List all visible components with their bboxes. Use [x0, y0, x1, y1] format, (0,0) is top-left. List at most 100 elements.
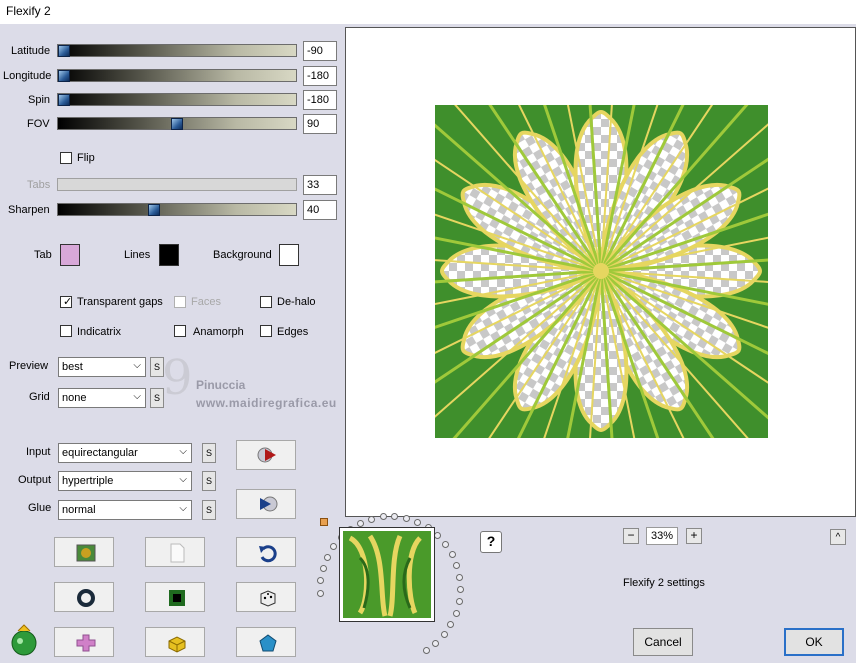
edges-checkbox[interactable] [260, 325, 272, 337]
output-s-button[interactable]: S [202, 471, 216, 491]
thumbnail-ring-dot[interactable] [448, 551, 456, 559]
frame-button[interactable] [145, 582, 205, 612]
input-s-button[interactable]: S [202, 443, 216, 463]
frame-icon [169, 590, 185, 606]
glue-select-value: normal [62, 504, 96, 516]
preview-select[interactable]: best ⌵ [58, 357, 146, 377]
thumbnail-ring-dot[interactable] [434, 531, 442, 539]
slider-value-sharpen[interactable]: 40 [303, 200, 337, 220]
ring-button[interactable] [54, 582, 114, 612]
thumbnail-ring-dot[interactable] [447, 621, 455, 629]
random-dice-button[interactable] [236, 582, 296, 612]
slider-value-spin[interactable]: -180 [303, 90, 337, 110]
thumbnail-ring-dot[interactable] [440, 631, 448, 639]
faces-checkbox[interactable] [174, 296, 186, 308]
new-document-button[interactable] [145, 537, 205, 567]
slider-value-tabs[interactable]: 33 [303, 175, 337, 195]
zoom-out-button[interactable]: − [623, 528, 639, 544]
thumbnail-ring-dot[interactable] [329, 543, 337, 551]
thumbnail-ring-dot[interactable] [317, 589, 325, 597]
chevron-down-icon: ⌵ [179, 503, 187, 514]
thumbnail-ring-dot[interactable] [455, 598, 463, 606]
slider-label-sharpen: Sharpen [8, 204, 50, 216]
flip-checkbox[interactable] [60, 152, 72, 164]
de-halo-checkbox[interactable] [260, 296, 272, 308]
thumbnail-ring-dot[interactable] [323, 553, 331, 561]
slider-thumb-spin[interactable] [58, 94, 70, 106]
thumbnail-ring-dot[interactable] [432, 639, 440, 647]
anamorph-checkbox[interactable] [174, 325, 186, 337]
slider-thumb-sharpen[interactable] [148, 204, 160, 216]
cross-button[interactable] [54, 627, 114, 657]
slider-track-tabs[interactable] [57, 178, 297, 191]
lines-color-label: Lines [124, 249, 151, 261]
thumbnail-ring-dot[interactable] [391, 513, 399, 521]
thumbnail-ring-dot[interactable] [453, 562, 461, 570]
grid-select[interactable]: none ⌵ [58, 388, 146, 408]
indicatrix-checkbox[interactable] [60, 325, 72, 337]
background-color-swatch[interactable] [279, 244, 299, 266]
slider-track-sharpen[interactable] [57, 203, 297, 216]
cube-button[interactable] [145, 627, 205, 657]
undo-icon [259, 545, 277, 563]
thumbnail-ring-dot[interactable] [356, 520, 364, 528]
thumbnail-ring-dot[interactable] [414, 518, 422, 526]
faces-label: Faces [191, 296, 221, 308]
lines-color-swatch[interactable] [159, 244, 179, 266]
slider-thumb-longitude[interactable] [58, 70, 70, 82]
input-select[interactable]: equirectangular ⌵ [58, 443, 192, 463]
preview-image [361, 31, 841, 511]
pentagon-button[interactable] [236, 627, 296, 657]
cancel-button[interactable]: Cancel [633, 628, 693, 656]
thumbnail-ring-dot[interactable] [403, 514, 411, 522]
thumbnail-ring-dot[interactable] [422, 646, 430, 654]
randomize-image-button[interactable] [54, 537, 114, 567]
slider-label-spin: Spin [28, 94, 51, 106]
play-button[interactable] [236, 440, 296, 470]
grid-select-value: none [62, 392, 87, 404]
slider-track-spin[interactable] [57, 93, 297, 106]
tab-color-swatch[interactable] [60, 244, 80, 266]
help-button[interactable]: ? [480, 531, 502, 553]
thumbnail-ring-dot[interactable] [367, 515, 375, 523]
slider-value-fov[interactable]: 90 [303, 114, 337, 134]
slider-value-latitude[interactable]: -90 [303, 41, 337, 61]
step-play-icon [260, 496, 278, 512]
slider-track-longitude[interactable] [57, 69, 297, 82]
output-select[interactable]: hypertriple ⌵ [58, 471, 192, 491]
collapse-button[interactable]: ^ [830, 529, 846, 545]
chevron-down-icon: ⌵ [179, 446, 187, 457]
glue-select[interactable]: normal ⌵ [58, 500, 192, 520]
watermark-url: www.maidiregrafica.eu [196, 396, 337, 410]
slider-value-longitude[interactable]: -180 [303, 66, 337, 86]
thumbnail-ring-dot[interactable] [442, 540, 450, 548]
step-button[interactable] [236, 489, 296, 519]
thumbnail-ring-dot[interactable] [456, 586, 464, 594]
background-color-label: Background [213, 249, 272, 261]
glue-s-button[interactable]: S [202, 500, 216, 520]
transparent-gaps-checkbox[interactable]: ✓ [60, 296, 72, 308]
watermark-logo-icon: 9 [160, 350, 200, 413]
thumbnail-ring-dot[interactable] [319, 565, 327, 573]
grid-label: Grid [29, 391, 50, 403]
pentagon-icon [259, 634, 277, 652]
slider-track-latitude[interactable] [57, 44, 297, 57]
thumbnail-ring-dot[interactable] [452, 610, 460, 618]
thumbnail-ring-dot[interactable] [317, 577, 325, 585]
slider-thumb-fov[interactable] [171, 118, 183, 130]
slider-label-tabs: Tabs [27, 179, 51, 191]
ok-button[interactable]: OK [784, 628, 844, 656]
thumbnail-frame[interactable] [339, 527, 435, 622]
window-title: Flexify 2 [6, 4, 51, 18]
slider-thumb-latitude[interactable] [58, 45, 70, 57]
zoom-in-button[interactable]: + [686, 528, 702, 544]
edges-label: Edges [277, 326, 309, 338]
thumbnail-ring-dot[interactable] [456, 574, 464, 582]
image-icon [76, 544, 96, 562]
cube-icon [168, 636, 186, 653]
slider-track-fov[interactable] [57, 117, 297, 130]
undo-button[interactable] [236, 537, 296, 567]
thumbnail-ring-dot[interactable] [379, 513, 387, 521]
glue-label: Glue [28, 502, 52, 514]
zoom-level: 33% [646, 527, 678, 545]
